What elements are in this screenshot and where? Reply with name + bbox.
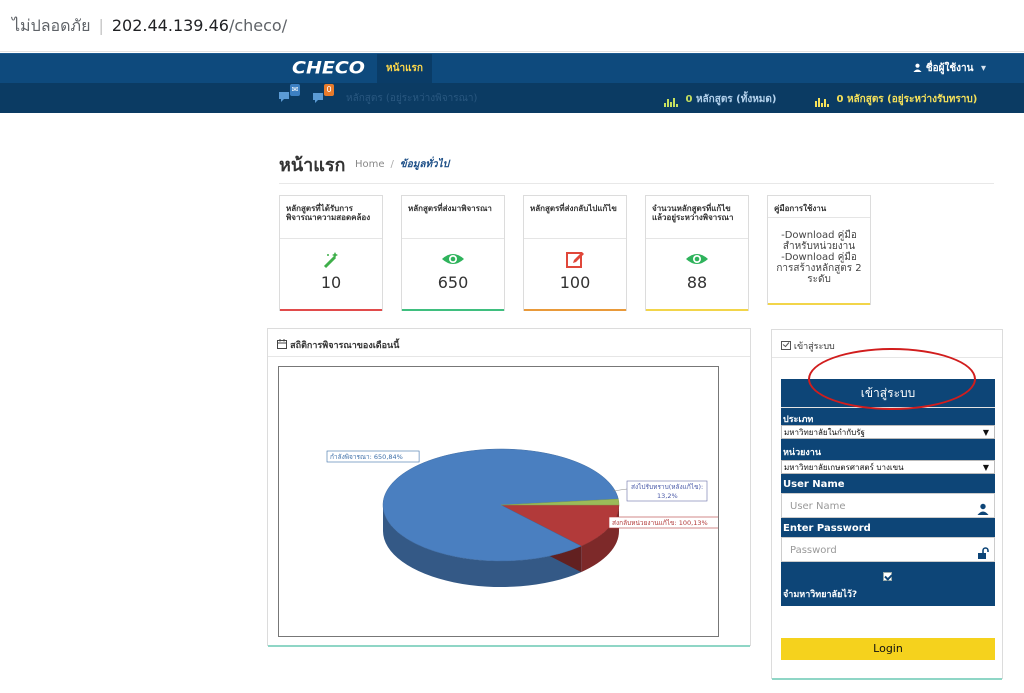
pie-label-acknowledged: ส่งไปรับทราบ(หลังแก้ไข): <box>631 483 703 491</box>
breadcrumb-current: ข้อมูลทั่วไป <box>399 159 450 170</box>
card-accent-bar <box>402 309 504 311</box>
eye-icon <box>646 249 748 271</box>
type-label: ประเภท <box>783 415 814 425</box>
url-host[interactable]: 202.44.139.46 <box>112 16 229 35</box>
stat-all-courses[interactable]: 0 หลักสูตร (ทั้งหมด) <box>664 92 776 107</box>
monthly-stats-panel: สถิติการพิจารณาของเดือนนี้ กำลังพิจารณา:… <box>267 328 751 647</box>
card-accent-bar <box>646 309 748 311</box>
brand-logo[interactable]: CHECO <box>292 58 365 78</box>
card-accent-bar <box>768 303 870 305</box>
card-value: 10 <box>320 273 342 292</box>
password-placeholder: Password <box>790 545 837 556</box>
card-title: คู่มือการใช้งาน <box>768 196 870 218</box>
unit-select-value: มหาวิทยาลัยเกษตรศาสตร์ บางเขน <box>784 463 904 472</box>
password-label: Enter Password <box>783 523 871 534</box>
panel-accent-bar <box>268 645 750 647</box>
stat-card-under-review[interactable]: จำนวนหลักสูตรที่แก้ไขแล้วอยู่ระหว่างพิจา… <box>645 195 749 311</box>
user-icon <box>913 63 925 74</box>
stat-all-label: หลักสูตร (ทั้งหมด) <box>695 94 777 105</box>
type-select[interactable]: มหาวิทยาลัยในกำกับรัฐ ▼ <box>781 425 995 439</box>
page-title: หน้าแรก <box>279 155 346 176</box>
user-icon <box>977 500 989 515</box>
username-placeholder: User Name <box>790 501 846 512</box>
card-title: หลักสูตรที่ส่งมาพิจารณา <box>402 196 504 239</box>
address-separator: | <box>98 16 104 35</box>
unit-select[interactable]: มหาวิทยาลัยเกษตรศาสตร์ บางเขน ▼ <box>781 460 995 474</box>
url-path[interactable]: /checo/ <box>229 16 287 35</box>
pie-chart: กำลังพิจารณา: 650,84% ส่งกลับหน่วยงานแก้ไ… <box>278 366 735 637</box>
comment-icon[interactable]: 0 <box>311 84 334 106</box>
password-input[interactable]: Password <box>781 537 995 562</box>
card-title: จำนวนหลักสูตรที่แก้ไขแล้วอยู่ระหว่างพิจา… <box>646 196 748 239</box>
eye-icon <box>402 249 504 271</box>
breadcrumb: Home / ข้อมูลทั่วไป <box>355 157 449 172</box>
login-icon <box>781 341 794 352</box>
manual-card: คู่มือการใช้งาน -Download คู่มือสำหรับหน… <box>767 195 871 305</box>
pie-chart-svg: กำลังพิจารณา: 650,84% ส่งกลับหน่วยงานแก้ไ… <box>326 448 735 587</box>
username-input[interactable]: User Name <box>781 493 995 518</box>
login-button[interactable]: Login <box>781 638 995 660</box>
stat-all-value: 0 <box>685 94 693 105</box>
remember-checkbox[interactable] <box>883 572 892 581</box>
login-panel-title: เข้าสู่ระบบ <box>793 342 835 352</box>
download-course-manual-link[interactable]: -Download คู่มือการสร้างหลักสูตร 2 ระดับ <box>774 252 864 285</box>
chat-icon[interactable]: ✉ <box>277 84 300 106</box>
breadcrumb-separator: / <box>390 159 394 170</box>
message-count-badge: ✉ <box>290 84 300 96</box>
remember-row: จำมหาวิทยาลัยไว้? <box>781 562 995 606</box>
login-panel: เข้าสู่ระบบ เข้าสู่ระบบ ประเภท มหาวิทยาล… <box>771 329 1003 680</box>
card-title: หลักสูตรที่ส่งกลับไปแก้ไข <box>524 196 626 239</box>
stat-pending-label: หลักสูตร (อยู่ระหว่างรับทราบ) <box>846 94 978 105</box>
pie-leader-line <box>612 488 628 492</box>
pending-review-link[interactable]: หลักสูตร (อยู่ระหว่างพิจารณา) <box>346 91 477 106</box>
browser-address-bar[interactable]: ไม่ปลอดภัย | 202.44.139.46/checo/ <box>0 0 1024 52</box>
security-warning-label[interactable]: ไม่ปลอดภัย <box>12 16 90 35</box>
stat-card-returned[interactable]: หลักสูตรที่ส่งกลับไปแก้ไข 100 <box>523 195 627 311</box>
bar-chart-icon <box>664 96 679 107</box>
download-unit-manual-link[interactable]: -Download คู่มือสำหรับหน่วยงาน <box>774 230 864 252</box>
panel-title: สถิติการพิจารณาของเดือนนี้ <box>290 341 400 351</box>
top-navbar: CHECO หน้าแรก ชื่อผู้ใช้งาน ▾ <box>0 53 1024 83</box>
type-select-value: มหาวิทยาลัยในกำกับรัฐ <box>784 428 865 437</box>
login-panel-header: เข้าสู่ระบบ <box>772 330 1002 358</box>
chevron-down-icon: ▾ <box>980 63 986 74</box>
stat-card-consistent[interactable]: หลักสูตรที่ได้รับการพิจารณาความสอดคล้อง … <box>279 195 383 311</box>
stat-pending-value: 0 <box>836 94 844 105</box>
panel-accent-bar <box>772 678 1002 680</box>
user-menu-label: ชื่อผู้ใช้งาน <box>925 63 974 74</box>
unit-label: หน่วยงาน <box>783 448 822 458</box>
nav-tab-home[interactable]: หน้าแรก <box>377 54 432 83</box>
login-form: เข้าสู่ระบบ ประเภท มหาวิทยาลัยในกำกับรัฐ… <box>781 379 995 606</box>
dropdown-arrow-icon: ▼ <box>982 428 989 437</box>
magic-wand-icon <box>280 249 382 271</box>
card-value: 100 <box>559 273 591 292</box>
card-accent-bar <box>524 309 626 311</box>
card-accent-bar <box>280 309 382 311</box>
pie-label-under-review: กำลังพิจารณา: 650,84% <box>330 453 403 461</box>
card-value: 650 <box>437 273 469 292</box>
user-menu-button[interactable]: ชื่อผู้ใช้งาน ▾ <box>913 61 986 76</box>
breadcrumb-home[interactable]: Home <box>355 159 385 170</box>
stat-card-submitted[interactable]: หลักสูตรที่ส่งมาพิจารณา 650 <box>401 195 505 311</box>
card-value: 88 <box>686 273 708 292</box>
dropdown-arrow-icon: ▼ <box>982 463 989 472</box>
panel-header: สถิติการพิจารณาของเดือนนี้ <box>268 329 750 357</box>
status-subbar: ✉ 0 หลักสูตร (อยู่ระหว่างพิจารณา) 0 หลัก… <box>0 83 1024 113</box>
login-form-title: เข้าสู่ระบบ <box>781 379 995 408</box>
pie-label-returned: ส่งกลับหน่วยงานแก้ไข: 100,13% <box>612 519 708 527</box>
stat-pending-courses[interactable]: 0 หลักสูตร (อยู่ระหว่างรับทราบ) <box>815 92 977 107</box>
edit-icon <box>524 249 626 271</box>
card-title: หลักสูตรที่ได้รับการพิจารณาความสอดคล้อง <box>280 196 382 239</box>
calendar-icon <box>277 339 290 351</box>
remember-label: จำมหาวิทยาลัยไว้? <box>783 590 858 600</box>
bar-chart-icon <box>815 96 830 107</box>
heading-divider <box>279 183 994 184</box>
notification-count-badge: 0 <box>324 84 334 96</box>
username-label: User Name <box>783 479 845 490</box>
pie-label-acknowledged-value: 13,2% <box>657 492 678 500</box>
unlock-icon <box>977 544 989 559</box>
